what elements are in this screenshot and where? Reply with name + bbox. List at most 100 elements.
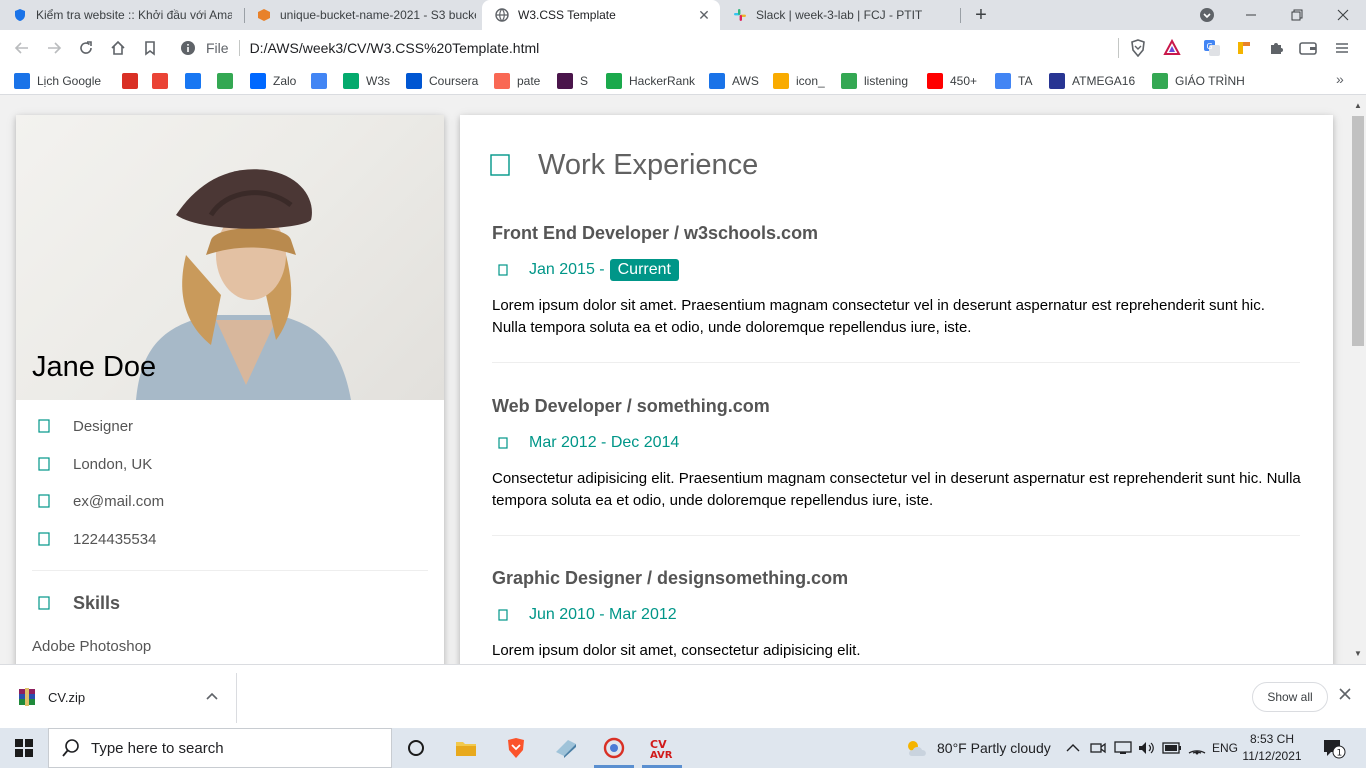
info-row-email: ex@mail.com	[32, 491, 164, 511]
job-dates: Mar 2012 - Dec 2014	[492, 431, 1302, 455]
bookmark-item[interactable]	[152, 71, 168, 91]
profile-menu-icon[interactable]	[1184, 0, 1230, 30]
page-viewport: Jane Doe Designer London, UK ex@mail.com…	[0, 96, 1350, 664]
brave-browser-icon[interactable]	[492, 728, 540, 768]
job-role: Web Developer / something.com	[492, 396, 770, 416]
job-entry: Front End Developer / w3schools.com Jan …	[492, 223, 1302, 339]
google-calendar-icon	[14, 73, 30, 89]
google-drive-icon	[1152, 73, 1168, 89]
notification-icon[interactable]: 1	[1322, 728, 1346, 768]
bookmark-item[interactable]: icon_	[773, 71, 825, 91]
red-bookmark-icon	[122, 73, 138, 89]
calendar-icon	[493, 435, 513, 451]
task-view-icon[interactable]	[392, 728, 440, 768]
address-bar[interactable]: File D:/AWS/week3/CV/W3.CSS%20Template.h…	[172, 33, 1118, 63]
divider	[492, 362, 1300, 363]
close-tab-icon[interactable]: ✕	[696, 7, 712, 23]
scroll-down-arrow-icon[interactable]: ▼	[1354, 650, 1362, 658]
home-button-icon[interactable]	[106, 36, 130, 60]
app-book-icon[interactable]	[542, 728, 590, 768]
reload-icon[interactable]	[74, 36, 98, 60]
skill-label: Adobe Photoshop	[32, 638, 152, 655]
slack-icon	[557, 73, 573, 89]
gmail-icon	[152, 73, 168, 89]
divider	[492, 535, 1300, 536]
restore-icon[interactable]	[1274, 0, 1320, 30]
wifi-icon[interactable]	[1188, 728, 1206, 768]
extensions-puzzle-icon[interactable]	[1264, 36, 1288, 60]
tab-w3css-template[interactable]: W3.CSS Template ✕	[482, 0, 720, 30]
weather-widget[interactable]: 80°F Partly cloudy	[904, 728, 1051, 768]
aws-s3-icon	[256, 7, 272, 23]
extension-tool-icon[interactable]	[1232, 36, 1256, 60]
bookmark-item[interactable]: W3s	[343, 71, 390, 91]
bookmark-item[interactable]	[311, 71, 327, 91]
show-all-button[interactable]: Show all	[1252, 682, 1328, 712]
bookmark-item[interactable]: 450+	[927, 71, 977, 91]
bookmark-item[interactable]	[217, 71, 233, 91]
bookmark-item[interactable]: S	[557, 71, 588, 91]
tab-kiem-tra[interactable]: Kiểm tra website :: Khởi đầu với Amaz	[0, 0, 244, 30]
new-tab-button[interactable]: +	[970, 4, 992, 26]
cvavr-app-icon[interactable]: CV AVR	[638, 728, 686, 768]
chevron-up-icon[interactable]	[206, 689, 218, 703]
bookmark-item[interactable]: ATMEGA16	[1049, 71, 1135, 91]
battery-icon[interactable]	[1162, 728, 1182, 768]
listening-icon	[841, 73, 857, 89]
google-drive-icon	[217, 73, 233, 89]
info-icon[interactable]	[178, 38, 198, 58]
forward-icon[interactable]	[42, 36, 66, 60]
scroll-up-arrow-icon[interactable]: ▲	[1354, 102, 1362, 110]
tab-s3-bucket[interactable]: unique-bucket-name-2021 - S3 bucke	[244, 0, 482, 30]
brave-rewards-icon[interactable]	[1160, 36, 1184, 60]
menu-icon[interactable]	[1330, 36, 1354, 60]
job-role: Graphic Designer / designsomething.com	[492, 568, 849, 588]
file-explorer-icon[interactable]	[442, 728, 490, 768]
more-bookmarks-icon[interactable]: »	[1336, 71, 1344, 87]
page-scrollbar[interactable]: ▲ ▼	[1350, 96, 1366, 664]
wallet-icon[interactable]	[1296, 36, 1320, 60]
meet-now-icon[interactable]	[1090, 728, 1106, 768]
minimize-icon[interactable]	[1228, 0, 1274, 30]
bookmark-item[interactable]: listening	[841, 71, 908, 91]
info-row-phone: 1224435534	[32, 529, 156, 549]
svg-text:G: G	[1207, 42, 1213, 51]
bookmark-item[interactable]: GIÁO TRÌNH	[1152, 71, 1245, 91]
url-text[interactable]: D:/AWS/week3/CV/W3.CSS%20Template.html	[250, 40, 540, 56]
tab-slack[interactable]: Slack | week-3-lab | FCJ - PTIT	[720, 0, 960, 30]
bookmark-item[interactable]: Coursera	[406, 71, 478, 91]
pdf-icon	[1049, 73, 1065, 89]
volume-icon[interactable]	[1138, 728, 1156, 768]
work-experience-card: Work Experience Front End Developer / w3…	[460, 115, 1333, 664]
bookmark-item[interactable]: Zalo	[250, 71, 296, 91]
back-icon[interactable]	[10, 36, 34, 60]
chrome-user-app-icon[interactable]	[590, 728, 638, 768]
zalo-icon	[250, 73, 266, 89]
translate-extension-icon[interactable]: G	[1200, 36, 1224, 60]
close-downloads-icon[interactable]	[1339, 687, 1351, 705]
bookmark-item[interactable]	[185, 71, 201, 91]
bookmark-icon[interactable]	[138, 36, 162, 60]
close-window-icon[interactable]	[1320, 0, 1366, 30]
partly-cloudy-icon	[908, 741, 926, 756]
bookmark-item[interactable]: TA	[995, 71, 1032, 91]
download-item[interactable]: CV.zip	[18, 687, 85, 707]
tray-chevron-up-icon[interactable]	[1066, 728, 1080, 768]
system-clock[interactable]: 8:53 CH 11/12/2021	[1236, 731, 1308, 765]
network-display-icon[interactable]	[1114, 728, 1132, 768]
language-indicator[interactable]: ENG	[1212, 728, 1238, 768]
calendar-icon	[493, 262, 513, 278]
brave-shield-icon[interactable]	[1126, 36, 1150, 60]
scroll-thumb[interactable]	[1352, 116, 1364, 346]
calendar-icon	[493, 607, 513, 623]
bookmark-item[interactable]: HackerRank	[606, 71, 695, 91]
bookmark-item[interactable]: AWS	[709, 71, 759, 91]
bookmark-item[interactable]	[122, 71, 138, 91]
windows-start-icon[interactable]	[0, 728, 48, 768]
skills-heading: Skills	[32, 592, 120, 614]
coursera-icon	[406, 73, 422, 89]
taskbar-search-box[interactable]: Type here to search	[48, 728, 392, 768]
bookmark-item[interactable]: Lịch Google	[14, 71, 101, 91]
bookmark-item[interactable]: pate	[494, 71, 540, 91]
asterisk-icon	[34, 594, 54, 612]
